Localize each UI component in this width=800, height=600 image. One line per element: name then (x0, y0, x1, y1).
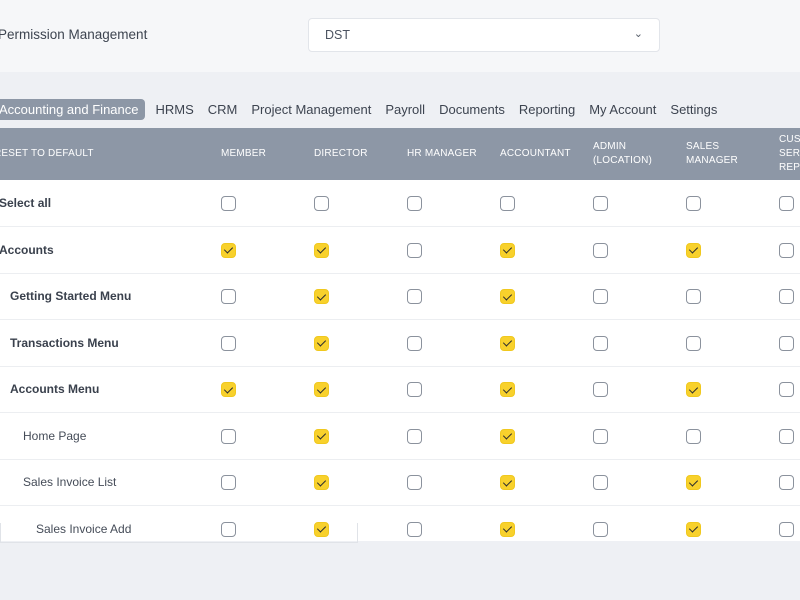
table-row: Getting Started Menu (0, 273, 800, 320)
permission-checkbox[interactable] (221, 242, 236, 258)
permission-checkbox[interactable] (779, 428, 794, 444)
tab-payroll[interactable]: Payroll (378, 99, 432, 120)
table-row: Accounts (0, 227, 800, 274)
permission-checkbox[interactable] (314, 335, 329, 351)
permission-checkbox[interactable] (686, 242, 701, 258)
permission-checkbox[interactable] (314, 242, 329, 258)
permission-checkbox[interactable] (686, 475, 701, 490)
overlay-box (0, 523, 358, 543)
table-header: RESET TO DEFAULT MEMBER DIRECTOR HR MANAGE… (0, 128, 800, 180)
permission-checkbox[interactable] (593, 335, 608, 351)
permission-checkbox[interactable] (407, 289, 422, 304)
permission-checkbox[interactable] (314, 428, 329, 444)
permission-checkbox[interactable] (686, 428, 701, 444)
tab-crm[interactable]: CRM (201, 99, 245, 120)
permission-checkbox[interactable] (407, 335, 422, 351)
permission-checkbox[interactable] (686, 196, 701, 211)
permission-checkbox[interactable] (593, 196, 608, 211)
permission-checkbox[interactable] (593, 521, 608, 537)
permission-checkbox[interactable] (407, 382, 422, 397)
permission-checkbox[interactable] (686, 521, 701, 537)
permission-checkbox[interactable] (500, 382, 515, 397)
column-header-member: MEMBER (221, 148, 267, 159)
permission-checkbox[interactable] (686, 382, 701, 397)
permission-checkbox[interactable] (779, 382, 794, 397)
permission-checkbox[interactable] (500, 289, 515, 304)
permission-checkbox[interactable] (779, 475, 794, 490)
permission-checkbox[interactable] (593, 289, 608, 304)
permission-checkbox[interactable] (407, 196, 422, 211)
permission-checkbox[interactable] (500, 475, 515, 490)
permission-checkbox[interactable] (500, 428, 515, 444)
table-row: Sales Invoice List (0, 459, 800, 506)
permission-checkbox[interactable] (221, 196, 236, 211)
column-header-sales-manager: SALES MANAGER (686, 141, 738, 166)
table-row: Accounts Menu (0, 366, 800, 413)
permission-checkbox[interactable] (779, 242, 794, 258)
tab-settings[interactable]: Settings (663, 99, 724, 120)
row-label: Accounts Menu (10, 382, 100, 396)
permission-checkbox[interactable] (221, 428, 236, 444)
permission-checkbox[interactable] (686, 289, 701, 304)
permission-checkbox[interactable] (779, 335, 794, 351)
row-label: Getting Started Menu (10, 289, 132, 303)
permission-checkbox[interactable] (779, 289, 794, 304)
tab-project-management[interactable]: Project Management (244, 99, 378, 120)
row-label: Accounts (0, 242, 54, 257)
permission-checkbox[interactable] (221, 382, 236, 397)
permission-checkbox[interactable] (500, 242, 515, 258)
permission-table: RESET TO DEFAULT MEMBER DIRECTOR HR MANAGE… (0, 128, 800, 541)
permission-checkbox[interactable] (593, 428, 608, 444)
permission-checkbox[interactable] (407, 475, 422, 490)
permission-checkbox[interactable] (314, 289, 329, 304)
module-tabs: Accounting and Finance HRMS CRM Project Man… (0, 96, 800, 122)
permission-checkbox[interactable] (314, 382, 329, 397)
permission-checkbox[interactable] (407, 428, 422, 444)
permission-checkbox[interactable] (407, 521, 422, 537)
company-select[interactable]: DST ⌄ (308, 18, 660, 52)
permission-checkbox[interactable] (500, 196, 515, 211)
row-label: Home Page (23, 428, 87, 443)
row-label: Select all (0, 196, 52, 210)
permission-checkbox[interactable] (686, 335, 701, 351)
tab-reporting[interactable]: Reporting (512, 99, 582, 120)
column-header-director: DIRECTOR (314, 148, 368, 159)
tab-my-account[interactable]: My Account (582, 99, 663, 120)
table-row: Transactions Menu (0, 320, 800, 367)
table-row: Home Page (0, 413, 800, 460)
tab-documents[interactable]: Documents (432, 99, 512, 120)
tab-accounting-and-finance[interactable]: Accounting and Finance (0, 98, 146, 120)
permission-checkbox[interactable] (593, 382, 608, 397)
permission-checkbox[interactable] (779, 521, 794, 537)
permission-checkbox[interactable] (314, 475, 329, 490)
table-row: Select all (0, 180, 800, 227)
reset-to-default-button[interactable]: RESET TO DEFAULT (0, 147, 94, 161)
company-select-value: DST (325, 28, 350, 42)
row-label: Sales Invoice List (23, 475, 117, 489)
column-header-admin-location: ADMIN (LOCATION) (593, 141, 653, 166)
permission-checkbox[interactable] (221, 335, 236, 351)
permission-checkbox[interactable] (779, 196, 794, 211)
permission-checkbox[interactable] (221, 289, 236, 304)
top-bar: Permission Management DST ⌄ (0, 0, 800, 72)
permission-checkbox[interactable] (500, 521, 515, 537)
permission-checkbox[interactable] (593, 475, 608, 490)
permission-checkbox[interactable] (314, 196, 329, 211)
permission-checkbox[interactable] (500, 335, 515, 351)
permission-checkbox[interactable] (407, 242, 422, 258)
chevron-down-icon: ⌄ (633, 28, 643, 40)
column-header-hr-manager: HR MANAGER (407, 148, 477, 159)
page-title: Permission Management (0, 27, 148, 42)
permission-checkbox[interactable] (593, 242, 608, 258)
column-header-customer-service-rep: CUSTOMER SERVICE REP (779, 134, 800, 173)
row-label: Transactions Menu (10, 335, 119, 350)
tab-hrms[interactable]: HRMS (148, 99, 200, 120)
column-header-accountant: ACCOUNTANT (500, 148, 571, 159)
permission-checkbox[interactable] (221, 475, 236, 490)
